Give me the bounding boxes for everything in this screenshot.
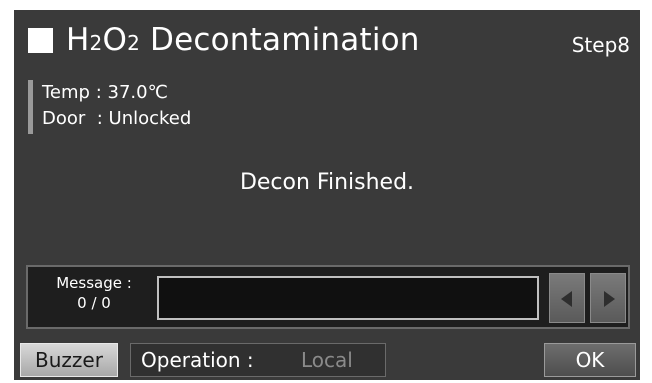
temp-label: Temp bbox=[42, 82, 90, 103]
main-status-message: Decon Finished. bbox=[239, 170, 415, 195]
page-title: H2O2 Decontamination bbox=[66, 20, 420, 63]
message-next-button[interactable] bbox=[590, 273, 626, 323]
door-row: Door : Unlocked bbox=[42, 106, 191, 132]
operation-label: Operation : bbox=[141, 348, 254, 372]
message-prev-button[interactable] bbox=[549, 273, 585, 323]
operation-value: Local bbox=[301, 348, 353, 372]
title-sub-2a: 2 bbox=[89, 31, 103, 55]
door-label: Door bbox=[42, 108, 86, 129]
message-label: Message : bbox=[56, 274, 132, 292]
status-block: Temp : 37.0℃ Door : Unlocked bbox=[42, 80, 191, 132]
ok-button[interactable]: OK bbox=[544, 343, 636, 377]
title-square-icon bbox=[28, 28, 53, 53]
temp-row: Temp : 37.0℃ bbox=[42, 80, 191, 106]
message-panel: Message : 0 / 0 bbox=[26, 265, 630, 329]
message-display bbox=[157, 276, 539, 320]
operation-mode-display: Operation : Local bbox=[130, 343, 386, 377]
title-h: H bbox=[66, 22, 90, 58]
title-o: O bbox=[102, 22, 128, 58]
message-counter: 0 / 0 bbox=[77, 294, 111, 312]
arrow-left-icon bbox=[561, 291, 572, 307]
temp-value: : 37.0℃ bbox=[89, 82, 168, 103]
title-rest: Decontamination bbox=[140, 22, 420, 58]
status-accent-bar bbox=[28, 80, 33, 134]
arrow-right-icon bbox=[604, 291, 615, 307]
title-sub-2b: 2 bbox=[127, 31, 140, 55]
hmi-screen: H2O2 Decontamination Step8 Temp : 37.0℃ … bbox=[14, 10, 640, 380]
message-label-block: Message : 0 / 0 bbox=[30, 273, 158, 313]
buzzer-button[interactable]: Buzzer bbox=[20, 343, 118, 377]
step-indicator: Step8 bbox=[571, 33, 630, 57]
door-value: : Unlocked bbox=[85, 108, 192, 129]
